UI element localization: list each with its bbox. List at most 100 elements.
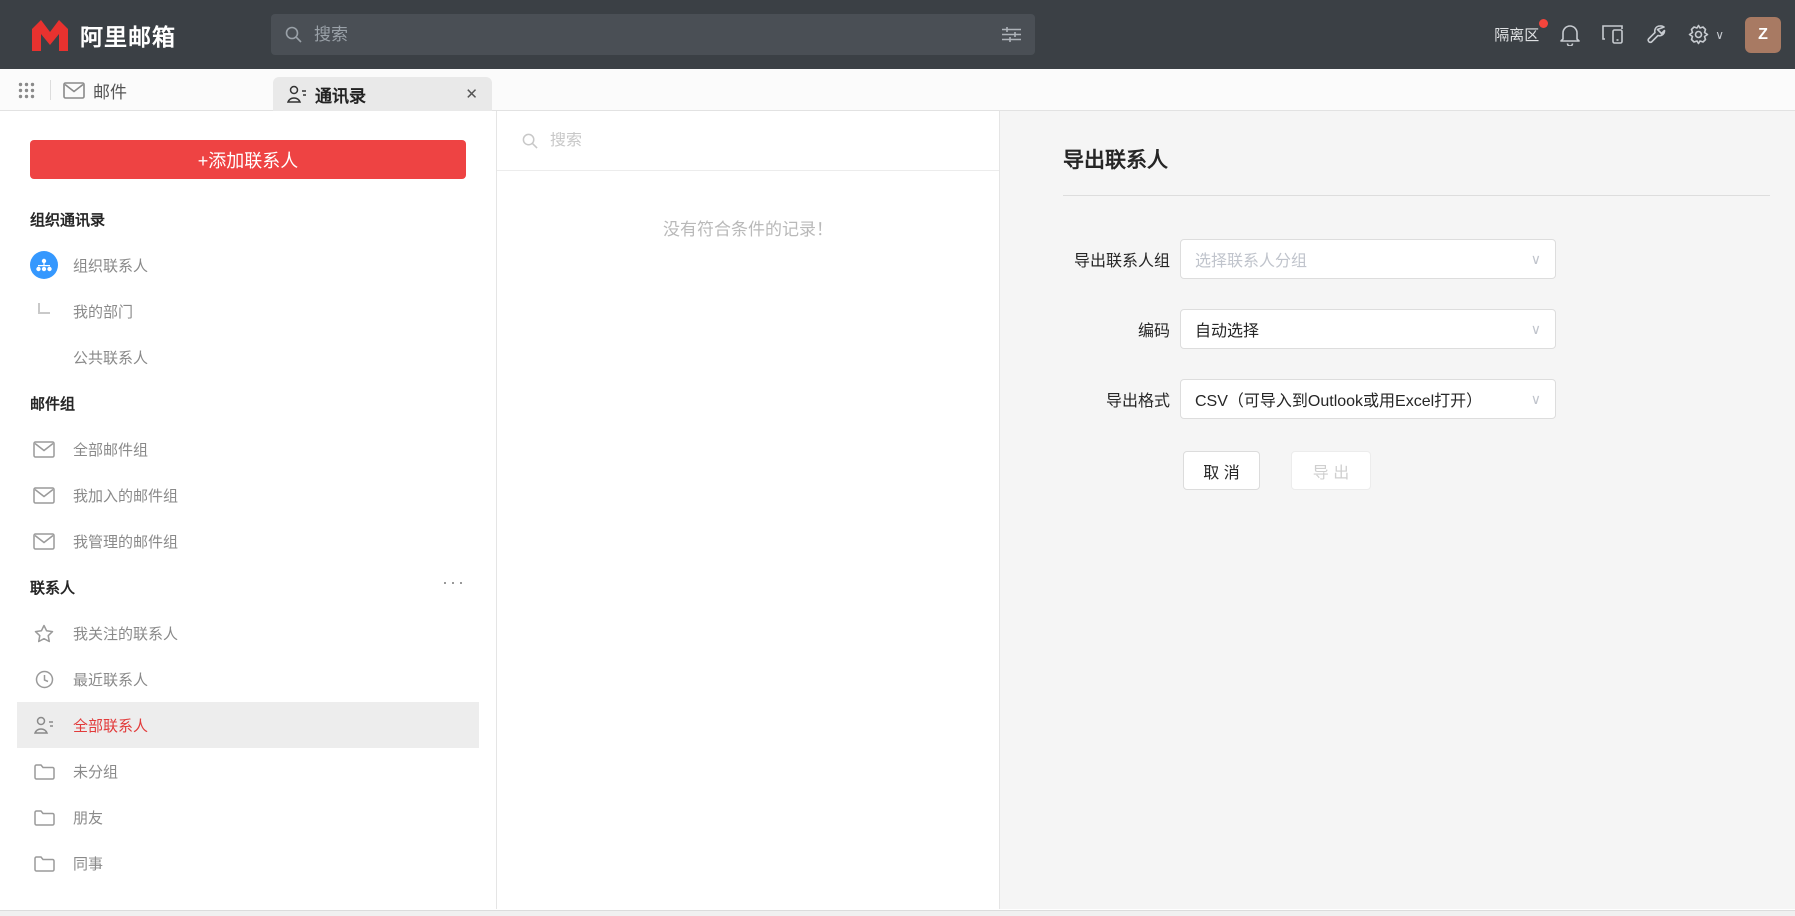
sidebar-item-managed-mail-groups[interactable]: 我管理的邮件组 — [0, 518, 496, 564]
envelope-icon — [63, 82, 85, 99]
chevron-down-icon: ∨ — [1715, 28, 1724, 42]
settings-control[interactable]: ∨ — [1688, 24, 1724, 45]
form-row-format: 导出格式 CSV（可导入到Outlook或用Excel打开） ∨ — [1000, 379, 1795, 419]
select-value: 自动选择 — [1195, 317, 1523, 341]
contacts-list-panel: 没有符合条件的记录！ — [497, 111, 1000, 909]
quarantine-link[interactable]: 隔离区 — [1494, 24, 1539, 45]
topbar: 阿里邮箱 隔离区 — [0, 0, 1795, 69]
sidebar-item-label: 我加入的邮件组 — [73, 485, 178, 506]
sidebar-item-label: 我的部门 — [73, 301, 133, 322]
form-row-encoding: 编码 自动选择 ∨ — [1000, 309, 1795, 349]
brand: 阿里邮箱 — [30, 18, 176, 52]
topbar-actions: 隔离区 — [1494, 0, 1781, 69]
empty-list-message: 没有符合条件的记录！ — [497, 215, 999, 240]
org-tree-icon — [30, 251, 58, 279]
sidebar-item-all-mail-groups[interactable]: 全部邮件组 — [0, 426, 496, 472]
sidebar-item-label: 我管理的邮件组 — [73, 531, 178, 552]
sidebar-item-label: 未分组 — [73, 761, 118, 782]
horizontal-scrollbar[interactable] — [0, 910, 1795, 916]
sidebar-item-org-contacts[interactable]: 组织联系人 — [0, 242, 496, 288]
export-contacts-panel: 导出联系人 导出联系人组 选择联系人分组 ∨ 编码 自动选择 ∨ 导出格式 — [1000, 111, 1795, 909]
sidebar-item-label: 朋友 — [73, 807, 103, 828]
mail-group-icon — [30, 533, 58, 550]
folder-icon — [30, 809, 58, 826]
sidebar-item-recent-contacts[interactable]: 最近联系人 — [0, 656, 496, 702]
alimail-logo-icon — [30, 18, 70, 52]
quarantine-label: 隔离区 — [1494, 27, 1539, 44]
section-label: 组织通讯录 — [30, 209, 105, 230]
select-placeholder: 选择联系人分组 — [1195, 247, 1523, 271]
sidebar-item-my-department[interactable]: 我的部门 — [0, 288, 496, 334]
sidebar-item-public-contacts[interactable]: 公共联系人 — [0, 334, 496, 380]
close-icon[interactable]: ✕ — [465, 85, 478, 103]
field-label: 编码 — [1000, 317, 1170, 341]
sidebar-item-friends[interactable]: 朋友 — [0, 794, 496, 840]
search-icon — [522, 133, 538, 149]
clock-icon — [30, 670, 58, 689]
global-search-bar[interactable] — [271, 14, 1035, 55]
export-button[interactable]: 导 出 — [1291, 451, 1371, 490]
bell-icon[interactable] — [1560, 24, 1580, 46]
search-icon — [285, 26, 302, 43]
mail-group-icon — [30, 441, 58, 458]
divider — [50, 80, 51, 100]
contacts-search-input[interactable] — [550, 132, 974, 150]
tab-mail-label: 邮件 — [93, 78, 127, 103]
page-title: 导出联系人 — [1063, 144, 1770, 174]
form-row-group: 导出联系人组 选择联系人分组 ∨ — [1000, 239, 1795, 279]
field-label: 导出格式 — [1000, 387, 1170, 411]
sidebar-item-ungrouped[interactable]: 未分组 — [0, 748, 496, 794]
sidebar-item-label: 公共联系人 — [73, 347, 148, 368]
gear-icon — [1688, 24, 1709, 45]
search-filter-icon[interactable] — [1002, 27, 1021, 42]
export-form: 导出联系人组 选择联系人分组 ∨ 编码 自动选择 ∨ 导出格式 CSV（可导入到… — [1000, 239, 1795, 490]
section-label: 邮件组 — [30, 393, 75, 414]
add-contact-button[interactable]: +添加联系人 — [30, 140, 466, 179]
contacts-sidebar: +添加联系人 组织通讯录 组织联系人 我的部门 — [0, 111, 497, 909]
contacts-search-bar[interactable] — [497, 111, 999, 171]
folder-icon — [30, 855, 58, 872]
section-contacts: 联系人 ··· — [0, 564, 496, 610]
devices-icon[interactable] — [1601, 24, 1625, 45]
more-options-icon[interactable]: ··· — [442, 572, 466, 593]
sidebar-item-label: 组织联系人 — [73, 255, 148, 276]
global-search-input[interactable] — [314, 25, 1002, 45]
star-icon — [30, 624, 58, 643]
brand-name: 阿里邮箱 — [80, 18, 176, 52]
format-select[interactable]: CSV（可导入到Outlook或用Excel打开） ∨ — [1180, 379, 1556, 419]
contacts-icon — [287, 85, 307, 103]
sidebar-item-colleagues[interactable]: 同事 — [0, 840, 496, 886]
mail-group-icon — [30, 487, 58, 504]
chevron-down-icon: ∨ — [1531, 321, 1541, 338]
content: +添加联系人 组织通讯录 组织联系人 我的部门 — [0, 111, 1795, 909]
sidebar-item-label: 全部联系人 — [73, 715, 148, 736]
contacts-icon — [30, 716, 58, 734]
section-org-directory: 组织通讯录 — [0, 196, 496, 242]
notification-dot — [1539, 19, 1548, 28]
folder-icon — [30, 763, 58, 780]
chevron-down-icon: ∨ — [1531, 391, 1541, 408]
divider — [1063, 195, 1770, 196]
user-avatar[interactable]: Z — [1745, 17, 1781, 53]
sidebar-item-label: 我关注的联系人 — [73, 623, 178, 644]
app-grid-icon[interactable] — [18, 82, 35, 104]
field-label: 导出联系人组 — [1000, 247, 1170, 271]
encoding-select[interactable]: 自动选择 ∨ — [1180, 309, 1556, 349]
tab-contacts[interactable]: 通讯录 ✕ — [273, 77, 492, 111]
tree-branch-icon — [30, 303, 58, 320]
wrench-icon[interactable] — [1646, 24, 1667, 45]
section-mail-groups: 邮件组 — [0, 380, 496, 426]
tab-mail[interactable]: 邮件 — [63, 69, 127, 111]
sidebar-nav: 组织通讯录 组织联系人 我的部门 — [0, 196, 496, 886]
contact-group-select[interactable]: 选择联系人分组 ∨ — [1180, 239, 1556, 279]
section-label: 联系人 — [30, 577, 75, 598]
sidebar-item-followed-contacts[interactable]: 我关注的联系人 — [0, 610, 496, 656]
form-actions: 取 消 导 出 — [1183, 451, 1795, 490]
cancel-button[interactable]: 取 消 — [1183, 451, 1260, 490]
sidebar-item-all-contacts[interactable]: 全部联系人 — [17, 702, 479, 748]
tab-contacts-label: 通讯录 — [315, 82, 366, 107]
sidebar-item-label: 最近联系人 — [73, 669, 148, 690]
sidebar-item-label: 同事 — [73, 853, 103, 874]
sidebar-item-joined-mail-groups[interactable]: 我加入的邮件组 — [0, 472, 496, 518]
chevron-down-icon: ∨ — [1531, 251, 1541, 268]
